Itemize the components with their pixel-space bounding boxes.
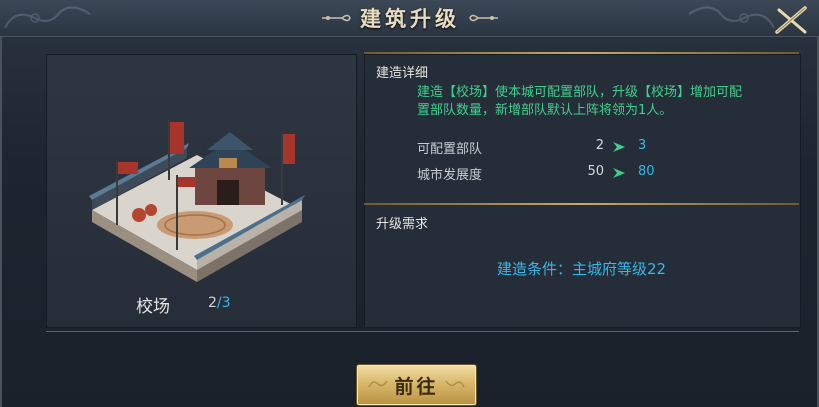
arrow-right-icon [613,142,625,152]
button-left-cloud-icon [368,380,388,388]
requirements-divider [364,203,799,205]
stat-to-development: 80 [638,164,655,179]
building-count-current: 2 [208,295,217,311]
stat-to-troops: 3 [638,138,647,153]
upgrade-dialog: 建筑升级 校场 2/3 建造详细 建造【校场】使本城可配置部队，升级【校场】增加… [0,0,819,407]
button-right-cloud-icon [445,380,465,388]
requirements-section-title: 升级需求 [376,217,429,232]
left-frame-edge [0,36,2,407]
description-line-2: 置部队数量，新增部队默认上阵将领为1人。 [417,103,673,118]
go-button-label: 前往 [394,375,439,398]
stat-label-troops: 可配置部队 [417,142,483,157]
arrow-right-icon [613,168,625,178]
upgrade-condition: 建造条件：主城府等级22 [496,260,667,278]
building-count: 2/3 [208,295,231,311]
content-bottom-divider [46,331,799,332]
cloud-ornament-icon [4,6,91,29]
details-section-title: 建造详细 [376,66,429,81]
details-top-divider [364,52,799,54]
close-icon[interactable] [769,2,813,38]
dialog-header: 建筑升级 [0,0,819,37]
stat-from-troops: 2 [595,138,604,153]
go-button[interactable]: 前往 [356,364,477,406]
title-right-scroll-icon [469,14,498,22]
building-count-max: 3 [221,295,231,311]
cloud-ornament-icon [688,6,775,29]
building-preview-panel: 校场 2/3 [46,54,357,328]
title-wrap: 建筑升级 [300,4,520,32]
description-line-1: 建造【校场】使本城可配置部队，升级【校场】增加可配 [417,85,743,100]
title-left-scroll-icon [322,14,351,22]
building-name: 校场 [136,297,170,317]
stat-from-development: 50 [587,164,604,179]
stat-label-development: 城市发展度 [417,168,483,183]
dialog-title: 建筑升级 [360,6,460,31]
drill-ground-building-image [89,120,305,282]
building-description: 建造【校场】使本城可配置部队，升级【校场】增加可配 置部队数量，新增部队默认上阵… [417,84,795,120]
